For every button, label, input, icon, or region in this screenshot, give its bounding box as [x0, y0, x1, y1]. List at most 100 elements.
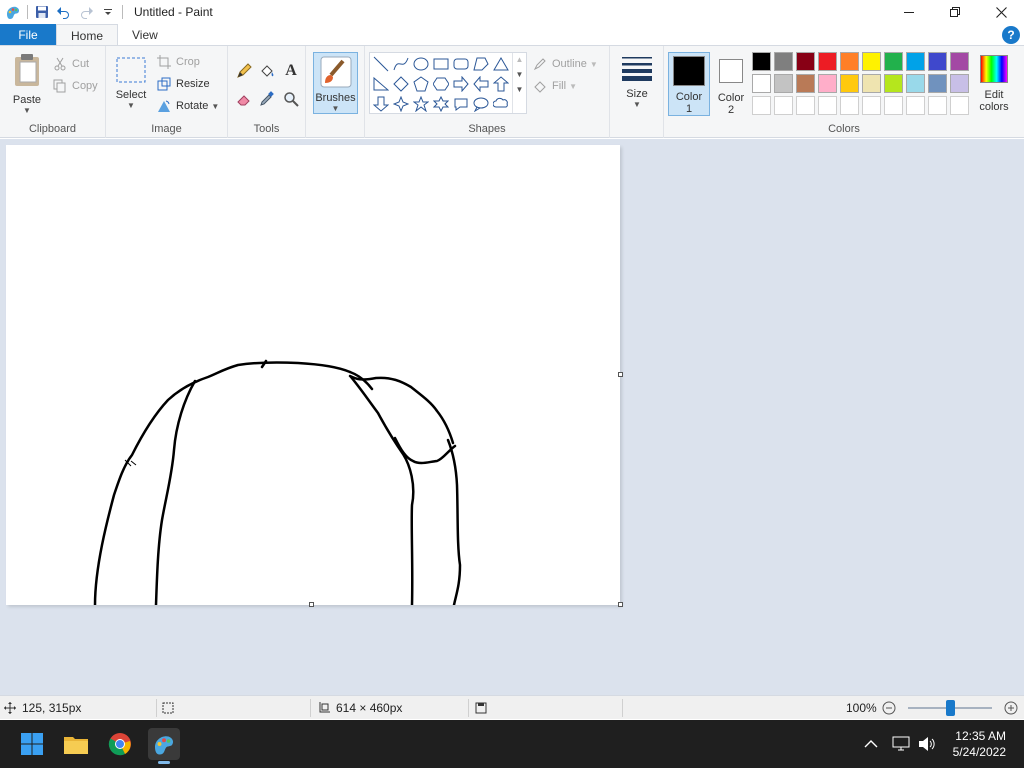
shapes-scroll-down-icon[interactable]: ▼	[513, 70, 526, 79]
outline-dropdown-icon[interactable]: ▼	[590, 60, 598, 69]
oval-shape-icon[interactable]	[411, 54, 431, 74]
palette-swatch[interactable]	[862, 52, 881, 71]
palette-swatch[interactable]	[752, 96, 771, 115]
minimize-button[interactable]	[886, 0, 932, 24]
palette-swatch[interactable]	[796, 74, 815, 93]
tab-file[interactable]: File	[0, 24, 56, 46]
size-button[interactable]: Size ▼	[618, 54, 656, 109]
rounded-callout-shape-icon[interactable]	[451, 94, 471, 114]
chrome-button[interactable]	[104, 728, 136, 760]
palette-swatch[interactable]	[884, 74, 903, 93]
palette-swatch[interactable]	[752, 74, 771, 93]
palette-swatch[interactable]	[928, 74, 947, 93]
pentagon-shape-icon[interactable]	[411, 74, 431, 94]
tab-home[interactable]: Home	[56, 24, 119, 46]
shapes-more-icon[interactable]: ▼	[513, 85, 526, 94]
palette-swatch[interactable]	[774, 96, 793, 115]
shapes-scroll-up-icon[interactable]: ▲	[513, 55, 526, 64]
palette-swatch[interactable]	[774, 52, 793, 71]
resize-handle-right[interactable]	[618, 372, 623, 377]
paint-app-icon[interactable]	[2, 1, 24, 23]
palette-swatch[interactable]	[818, 52, 837, 71]
palette-swatch[interactable]	[950, 74, 969, 93]
palette-swatch[interactable]	[906, 74, 925, 93]
left-arrow-shape-icon[interactable]	[471, 74, 491, 94]
palette-swatch[interactable]	[840, 74, 859, 93]
resize-handle-corner[interactable]	[618, 602, 623, 607]
brushes-dropdown-icon[interactable]: ▼	[332, 104, 340, 113]
palette-swatch[interactable]	[796, 52, 815, 71]
select-dropdown-icon[interactable]: ▼	[127, 101, 135, 110]
size-dropdown-icon[interactable]: ▼	[633, 100, 641, 109]
pencil-icon[interactable]	[233, 60, 255, 82]
save-icon[interactable]	[31, 1, 53, 23]
palette-swatch[interactable]	[906, 96, 925, 115]
text-icon[interactable]: A	[280, 60, 302, 82]
line-shape-icon[interactable]	[371, 54, 391, 74]
palette-swatch[interactable]	[840, 96, 859, 115]
help-icon[interactable]: ?	[1002, 26, 1020, 44]
customize-qat-icon[interactable]	[97, 1, 119, 23]
redo-icon[interactable]	[75, 1, 97, 23]
color2-button[interactable]: Color 2	[712, 52, 750, 116]
rotate-button[interactable]: Rotate ▼	[156, 96, 219, 116]
palette-swatch[interactable]	[950, 96, 969, 115]
cloud-callout-shape-icon[interactable]	[491, 94, 511, 114]
resize-handle-bottom[interactable]	[309, 602, 314, 607]
start-button[interactable]	[16, 728, 48, 760]
rounded-rectangle-shape-icon[interactable]	[451, 54, 471, 74]
palette-swatch[interactable]	[796, 96, 815, 115]
palette-swatch[interactable]	[906, 52, 925, 71]
close-button[interactable]	[978, 0, 1024, 24]
select-button[interactable]: Select ▼	[112, 56, 150, 110]
hexagon-shape-icon[interactable]	[431, 74, 451, 94]
show-hidden-icons-button[interactable]	[864, 720, 878, 768]
palette-swatch[interactable]	[862, 96, 881, 115]
palette-swatch[interactable]	[928, 96, 947, 115]
copy-button[interactable]: Copy	[52, 76, 98, 96]
drawing-canvas[interactable]	[6, 145, 623, 607]
right-triangle-shape-icon[interactable]	[371, 74, 391, 94]
down-arrow-shape-icon[interactable]	[371, 94, 391, 114]
undo-icon[interactable]	[53, 1, 75, 23]
palette-swatch[interactable]	[884, 96, 903, 115]
palette-swatch[interactable]	[752, 52, 771, 71]
oval-callout-shape-icon[interactable]	[471, 94, 491, 114]
palette-swatch[interactable]	[818, 96, 837, 115]
paste-dropdown-icon[interactable]: ▼	[23, 106, 31, 115]
zoom-slider-thumb[interactable]	[946, 700, 955, 716]
cut-button[interactable]: Cut	[52, 54, 89, 74]
palette-swatch[interactable]	[928, 52, 947, 71]
palette-swatch[interactable]	[840, 52, 859, 71]
edit-colors-button[interactable]: Edit colors	[974, 52, 1014, 116]
fill-dropdown-icon[interactable]: ▼	[569, 82, 577, 91]
five-point-star-shape-icon[interactable]	[411, 94, 431, 114]
paint-taskbar-button[interactable]	[148, 728, 180, 764]
palette-swatch[interactable]	[774, 74, 793, 93]
palette-swatch[interactable]	[950, 52, 969, 71]
tab-view[interactable]: View	[118, 24, 172, 46]
up-arrow-shape-icon[interactable]	[491, 74, 511, 94]
diamond-shape-icon[interactable]	[391, 74, 411, 94]
outline-button[interactable]: Outline ▼	[532, 54, 598, 74]
eraser-icon[interactable]	[233, 88, 255, 110]
rotate-dropdown-icon[interactable]: ▼	[211, 102, 219, 111]
network-button[interactable]	[892, 720, 910, 768]
color1-button[interactable]: Color 1	[668, 52, 710, 116]
six-point-star-shape-icon[interactable]	[431, 94, 451, 114]
volume-button[interactable]	[918, 720, 936, 768]
zoom-out-button[interactable]	[882, 696, 896, 720]
resize-button[interactable]: Resize	[156, 74, 210, 94]
restore-button[interactable]	[932, 0, 978, 24]
four-point-star-shape-icon[interactable]	[391, 94, 411, 114]
zoom-in-button[interactable]	[1004, 696, 1018, 720]
color-picker-icon[interactable]	[256, 88, 278, 110]
palette-swatch[interactable]	[884, 52, 903, 71]
triangle-shape-icon[interactable]	[491, 54, 511, 74]
shapes-scrollbar[interactable]: ▲ ▼ ▼	[512, 53, 526, 113]
polygon-shape-icon[interactable]	[471, 54, 491, 74]
palette-swatch[interactable]	[818, 74, 837, 93]
fill-icon[interactable]	[256, 60, 278, 82]
right-arrow-shape-icon[interactable]	[451, 74, 471, 94]
fill-button[interactable]: Fill ▼	[532, 76, 577, 96]
